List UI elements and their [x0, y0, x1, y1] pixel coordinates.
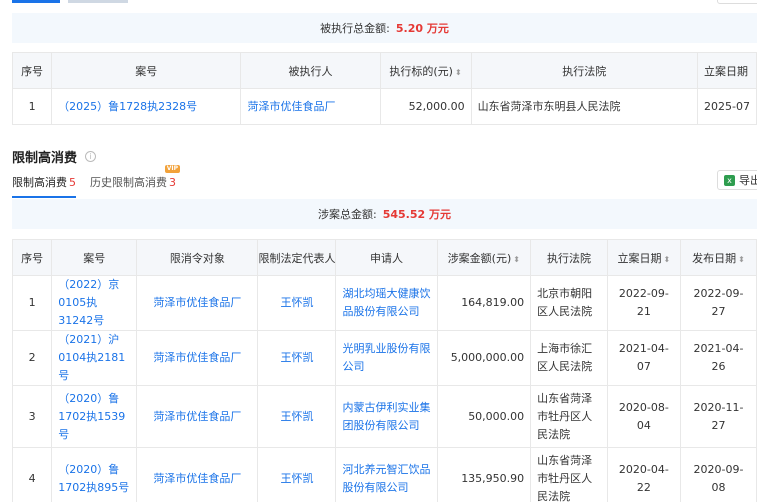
- col-header-case: 案号: [51, 239, 138, 276]
- party-link[interactable]: 菏泽市优佳食品厂: [240, 88, 381, 125]
- consumption-table-header: 序号 案号 限消令对象 限制法定代表人 申请人 涉案金额(元) ⬍ 执行法院 立案…: [11, 239, 757, 276]
- row-no: 2: [11, 330, 53, 386]
- top-tab-fragment: [12, 0, 132, 4]
- published-date-cell: 2020-11-27: [679, 385, 757, 448]
- col-header-target: 限消令对象: [136, 239, 259, 276]
- filed-date-cell: 2020-04-22: [606, 447, 681, 502]
- court-cell: 上海市徐汇区人民法院: [530, 330, 608, 386]
- case-link[interactable]: （2025）鲁1728执2328号: [51, 88, 242, 125]
- amount-cell: 5,000,000.00: [436, 330, 532, 386]
- court-cell: 山东省菏泽市牡丹区人民法院: [530, 447, 608, 502]
- rep-link[interactable]: 王怀凯: [257, 385, 337, 448]
- target-link[interactable]: 菏泽市优佳食品厂: [136, 275, 259, 331]
- consumption-summary-label: 涉案总金额:: [318, 208, 377, 221]
- court-cell: 北京市朝阳区人民法院: [530, 275, 608, 331]
- vip-badge: VIP: [164, 165, 180, 173]
- exec-summary-bar: 被执行总金额: 5.20 万元: [12, 13, 757, 43]
- col-header-court: 执行法院: [530, 239, 608, 276]
- filed-date-cell: 2022-09-21: [606, 275, 681, 331]
- table-row: 2 （2021）沪0104执2181号 菏泽市优佳食品厂 王怀凯 光明乳业股份有…: [11, 330, 757, 386]
- row-no: 3: [11, 385, 53, 448]
- applicant-link[interactable]: 光明乳业股份有限公司: [335, 330, 438, 386]
- filed-date-cell: 2020-08-04: [606, 385, 681, 448]
- col-header-published[interactable]: 发布日期 ⬍: [679, 239, 757, 276]
- exec-summary-value: 5.20 万元: [395, 22, 449, 35]
- exec-table-header: 序号 案号 被执行人 执行标的(元) ⬍ 执行法院 立案日期: [11, 52, 757, 89]
- rep-link[interactable]: 王怀凯: [257, 447, 337, 502]
- col-header-filed[interactable]: 立案日期 ⬍: [606, 239, 681, 276]
- consumption-tabs: 限制高消费 5 历史限制高消费 3 VIP: [12, 165, 190, 198]
- sort-icon[interactable]: ⬍: [664, 255, 671, 264]
- top-button-fragment[interactable]: [717, 0, 757, 4]
- case-link[interactable]: （2020）鲁1702执895号: [51, 447, 138, 502]
- col-header-amount[interactable]: 涉案金额(元) ⬍: [436, 239, 532, 276]
- sort-icon[interactable]: ⬍: [513, 255, 520, 264]
- col-header-party: 被执行人: [240, 52, 381, 89]
- applicant-link[interactable]: 湖北均瑶大健康饮品股份有限公司: [335, 275, 438, 331]
- amount-cell: 50,000.00: [436, 385, 532, 448]
- row-no: 1: [11, 88, 53, 125]
- section-title: 限制高消费 i: [12, 147, 97, 166]
- table-row: 1 （2025）鲁1728执2328号 菏泽市优佳食品厂 52,000.00 山…: [11, 88, 757, 125]
- info-icon[interactable]: i: [85, 151, 97, 162]
- amount-cell: 135,950.90: [436, 447, 532, 502]
- exec-summary-label: 被执行总金额:: [320, 22, 390, 35]
- tab-history-restriction[interactable]: 历史限制高消费 3 VIP: [90, 165, 180, 198]
- case-link[interactable]: （2020）鲁1702执1539号: [51, 385, 138, 448]
- applicant-link[interactable]: 内蒙古伊利实业集团股份有限公司: [335, 385, 438, 448]
- col-header-rep: 限制法定代表人: [257, 239, 337, 276]
- case-link[interactable]: （2022）京0105执31242号: [51, 275, 138, 331]
- table-row: 1 （2022）京0105执31242号 菏泽市优佳食品厂 王怀凯 湖北均瑶大健…: [11, 275, 757, 331]
- target-link[interactable]: 菏泽市优佳食品厂: [136, 447, 259, 502]
- date-cell: 2025-07: [696, 88, 757, 125]
- col-header-amount[interactable]: 执行标的(元) ⬍: [379, 52, 472, 89]
- exec-table: 序号 案号 被执行人 执行标的(元) ⬍ 执行法院 立案日期 1 （2025）鲁1…: [11, 52, 757, 125]
- excel-icon: x: [724, 174, 735, 186]
- amount-cell: 52,000.00: [379, 88, 472, 125]
- consumption-summary-bar: 涉案总金额: 545.52 万元: [12, 199, 757, 229]
- case-link[interactable]: （2021）沪0104执2181号: [51, 330, 138, 386]
- court-cell: 山东省菏泽市东明县人民法院: [470, 88, 698, 125]
- col-header-date: 立案日期: [696, 52, 757, 89]
- rep-link[interactable]: 王怀凯: [257, 330, 337, 386]
- published-date-cell: 2020-09-08: [679, 447, 757, 502]
- consumption-table: 序号 案号 限消令对象 限制法定代表人 申请人 涉案金额(元) ⬍ 执行法院 立案…: [11, 239, 757, 502]
- court-cell: 山东省菏泽市牡丹区人民法院: [530, 385, 608, 448]
- col-header-no: 序号: [11, 239, 53, 276]
- row-no: 4: [11, 447, 53, 502]
- sort-icon[interactable]: ⬍: [455, 68, 462, 77]
- table-row: 4 （2020）鲁1702执895号 菏泽市优佳食品厂 王怀凯 河北养元智汇饮品…: [11, 447, 757, 502]
- consumption-summary-value: 545.52 万元: [382, 208, 451, 221]
- published-date-cell: 2021-04-26: [679, 330, 757, 386]
- export-button[interactable]: x 导出: [717, 170, 757, 190]
- published-date-cell: 2022-09-27: [679, 275, 757, 331]
- table-row: 3 （2020）鲁1702执1539号 菏泽市优佳食品厂 王怀凯 内蒙古伊利实业…: [11, 385, 757, 448]
- col-header-case: 案号: [51, 52, 242, 89]
- col-header-applicant: 申请人: [335, 239, 438, 276]
- col-header-no: 序号: [11, 52, 53, 89]
- applicant-link[interactable]: 河北养元智汇饮品股份有限公司: [335, 447, 438, 502]
- tab-current-restriction[interactable]: 限制高消费 5: [12, 174, 76, 198]
- col-header-court: 执行法院: [470, 52, 698, 89]
- filed-date-cell: 2021-04-07: [606, 330, 681, 386]
- sort-icon[interactable]: ⬍: [738, 255, 745, 264]
- rep-link[interactable]: 王怀凯: [257, 275, 337, 331]
- row-no: 1: [11, 275, 53, 331]
- target-link[interactable]: 菏泽市优佳食品厂: [136, 385, 259, 448]
- amount-cell: 164,819.00: [436, 275, 532, 331]
- target-link[interactable]: 菏泽市优佳食品厂: [136, 330, 259, 386]
